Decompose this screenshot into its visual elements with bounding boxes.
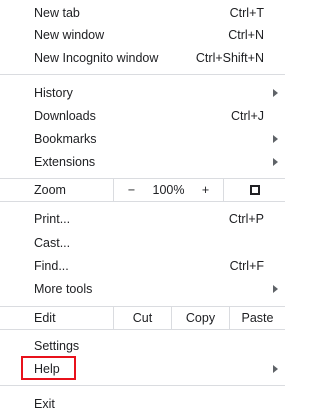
submenu-arrow-icon [273, 89, 278, 97]
fullscreen-icon [249, 185, 260, 195]
menu-item-cast[interactable]: Cast... [0, 231, 285, 255]
copy-button[interactable]: Copy [171, 307, 229, 329]
separator [0, 385, 285, 386]
exit-label: Exit [34, 397, 55, 411]
zoom-label: Zoom [34, 183, 66, 197]
cast-label: Cast... [34, 236, 71, 250]
settings-label: Settings [34, 339, 80, 353]
edit-label: Edit [34, 311, 56, 325]
new-incognito-label: New Incognito window [34, 51, 159, 65]
submenu-arrow-icon [273, 135, 278, 143]
new-tab-label: New tab [34, 6, 80, 20]
print-label: Print... [34, 212, 71, 226]
submenu-arrow-icon [273, 285, 278, 293]
paste-label: Paste [241, 311, 274, 325]
more-tools-label: More tools [34, 282, 93, 296]
menu-item-print[interactable]: Print... Ctrl+P [0, 207, 285, 231]
menu-item-exit[interactable]: Exit [0, 392, 285, 416]
new-incognito-shortcut: Ctrl+Shift+N [195, 51, 264, 65]
submenu-arrow-icon [273, 158, 278, 166]
separator [0, 74, 285, 75]
cut-label: Cut [132, 311, 153, 325]
zoom-level: 100% [149, 179, 188, 201]
help-label: Help [34, 362, 60, 376]
zoom-in-label: + [201, 183, 210, 197]
menu-item-new-window[interactable]: New window Ctrl+N [0, 23, 285, 47]
fullscreen-button[interactable] [223, 179, 285, 201]
paste-button[interactable]: Paste [229, 307, 285, 329]
menu-item-new-tab[interactable]: New tab Ctrl+T [0, 1, 285, 25]
edit-row: Edit Cut Copy Paste [0, 306, 285, 330]
new-tab-shortcut: Ctrl+T [229, 6, 264, 20]
find-label: Find... [34, 259, 69, 273]
history-label: History [34, 86, 73, 100]
zoom-row: Zoom − 100% + [0, 178, 285, 202]
print-shortcut: Ctrl+P [228, 212, 264, 226]
zoom-value: 100% [152, 183, 185, 197]
copy-label: Copy [185, 311, 216, 325]
zoom-out-button[interactable]: − [113, 179, 149, 201]
extensions-label: Extensions [34, 155, 96, 169]
cut-button[interactable]: Cut [113, 307, 171, 329]
menu-item-downloads[interactable]: Downloads Ctrl+J [0, 104, 285, 128]
new-window-label: New window [34, 28, 105, 42]
menu-item-history[interactable]: History [0, 81, 285, 105]
zoom-out-label: − [127, 183, 136, 197]
downloads-shortcut: Ctrl+J [231, 109, 264, 123]
menu-item-extensions[interactable]: Extensions [0, 150, 285, 174]
browser-main-menu: New tab Ctrl+T New window Ctrl+N New Inc… [0, 0, 285, 416]
submenu-arrow-icon [273, 365, 278, 373]
zoom-in-button[interactable]: + [188, 179, 223, 201]
menu-item-help[interactable]: Help [0, 357, 285, 381]
menu-item-new-incognito-window[interactable]: New Incognito window Ctrl+Shift+N [0, 46, 285, 70]
find-shortcut: Ctrl+F [229, 259, 264, 273]
menu-item-more-tools[interactable]: More tools [0, 277, 285, 301]
menu-item-find[interactable]: Find... Ctrl+F [0, 254, 285, 278]
menu-item-settings[interactable]: Settings [0, 334, 285, 358]
downloads-label: Downloads [34, 109, 96, 123]
new-window-shortcut: Ctrl+N [228, 28, 264, 42]
bookmarks-label: Bookmarks [34, 132, 97, 146]
menu-item-bookmarks[interactable]: Bookmarks [0, 127, 285, 151]
